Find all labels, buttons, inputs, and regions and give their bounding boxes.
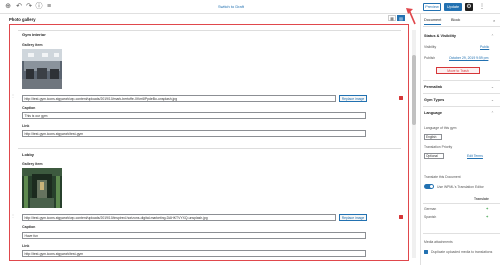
move-to-trash-button[interactable]: Move to Trash bbox=[436, 67, 480, 74]
chevron-down-icon[interactable]: ⌄ bbox=[491, 85, 494, 89]
more-vertical-icon[interactable]: ⋮ bbox=[478, 3, 486, 11]
close-icon[interactable]: × bbox=[493, 18, 495, 23]
divider bbox=[423, 26, 500, 27]
chevron-up-icon[interactable]: ⌃ bbox=[491, 34, 494, 38]
image-url-field[interactable]: http://test-gym.icons.stgywork/wp-conten… bbox=[22, 214, 336, 221]
media-attachments-label: Media attachments bbox=[424, 240, 453, 244]
link-field[interactable]: http://test-gym.icons.stgywork/test-gym bbox=[22, 130, 366, 137]
publish-date-link[interactable]: October 29, 2019 9:59 pm bbox=[449, 56, 488, 60]
language-of-post-label: Language of this gym bbox=[424, 126, 457, 130]
language-row-german: German bbox=[424, 207, 437, 211]
switch-to-draft-link[interactable]: Switch to Draft bbox=[218, 4, 244, 9]
trash-icon[interactable] bbox=[399, 96, 403, 100]
drag-handle-icon[interactable]: ⋮ bbox=[11, 93, 15, 98]
card-section-title: Lobby bbox=[22, 152, 34, 157]
priority-select[interactable]: Optional bbox=[424, 153, 444, 159]
plus-icon[interactable]: + bbox=[486, 214, 488, 219]
link-field[interactable]: http://test-gym.icons.stgywork/test-gym bbox=[22, 250, 366, 257]
plus-circle-icon[interactable]: ⊕ bbox=[4, 3, 12, 11]
status-visibility-heading[interactable]: Status & Visibility bbox=[424, 34, 456, 38]
translation-priority-label: Translation Priority bbox=[424, 145, 453, 149]
grid-view-toggle[interactable]: ▦ bbox=[388, 15, 396, 21]
redo-icon[interactable]: ↷ bbox=[25, 3, 33, 11]
top-toolbar: ⊕ ↶ ↷ ⓘ ≡ Switch to Draft Preview Update… bbox=[0, 0, 500, 14]
divider bbox=[423, 203, 500, 204]
editor-window: ⊕ ↶ ↷ ⓘ ≡ Switch to Draft Preview Update… bbox=[0, 0, 500, 265]
card-section-title: Gym interior bbox=[22, 32, 46, 37]
duplicate-media-label: Duplicate uploaded media to translations bbox=[431, 250, 493, 254]
caption-field[interactable]: This is our gym bbox=[22, 112, 366, 119]
drag-handle-icon[interactable]: ⋮ bbox=[11, 213, 15, 218]
publish-label: Publish bbox=[424, 56, 436, 60]
caption-label: Caption bbox=[22, 106, 36, 110]
chevron-down-icon[interactable]: ⌄ bbox=[491, 98, 494, 102]
gallery-thumbnail[interactable] bbox=[22, 168, 62, 208]
divider bbox=[423, 93, 500, 94]
caption-label: Caption bbox=[22, 225, 36, 229]
wpml-editor-toggle[interactable] bbox=[424, 184, 434, 189]
divider bbox=[423, 106, 500, 107]
gym-types-heading[interactable]: Gym Types bbox=[424, 98, 444, 102]
visibility-link[interactable]: Public bbox=[480, 45, 489, 49]
translate-doc-label: Translate this Document bbox=[424, 175, 461, 179]
info-icon[interactable]: ⓘ bbox=[35, 3, 43, 11]
annotation-arrow bbox=[406, 8, 416, 25]
link-label: Link bbox=[22, 244, 30, 248]
chevron-up-icon[interactable]: ⌃ bbox=[491, 111, 494, 115]
tab-block[interactable]: Block bbox=[451, 18, 460, 22]
trash-icon[interactable] bbox=[399, 215, 403, 219]
image-url-field[interactable]: http://test-gym.icons.stgywork/wp-conten… bbox=[22, 95, 336, 102]
preview-button[interactable]: Preview bbox=[423, 3, 441, 11]
update-button[interactable]: Update bbox=[444, 3, 462, 11]
wpml-editor-label: Use WPML's Translation Editor bbox=[437, 185, 484, 189]
gallery-card: Lobby Gallery item ⋮ http://test-gym.ico… bbox=[11, 148, 403, 258]
divider bbox=[423, 80, 500, 81]
list-view-toggle[interactable]: ▤ bbox=[397, 15, 405, 21]
language-heading[interactable]: Language bbox=[424, 111, 442, 115]
language-row-spanish: Spanish bbox=[424, 215, 437, 219]
edit-terms-link[interactable]: Edit Terms bbox=[467, 154, 483, 158]
replace-image-button[interactable]: Replace image bbox=[339, 214, 367, 221]
gear-icon[interactable]: ⚙ bbox=[465, 3, 473, 11]
visibility-label: Visibility bbox=[424, 45, 437, 49]
translate-column-header: Translate bbox=[474, 197, 489, 201]
link-label: Link bbox=[22, 124, 30, 128]
plus-icon[interactable]: + bbox=[486, 206, 488, 211]
permalink-heading[interactable]: Permalink bbox=[424, 85, 442, 89]
scrollbar-thumb[interactable] bbox=[412, 55, 416, 125]
divider bbox=[423, 233, 500, 234]
caption-field[interactable]: Have fun bbox=[22, 232, 366, 239]
tab-document[interactable]: Document bbox=[424, 18, 442, 25]
gallery-thumbnail[interactable] bbox=[22, 49, 62, 89]
gallery-card: Gym interior Gallery item ⋮ http://test-… bbox=[11, 30, 403, 140]
gallery-item-label: Gallery item bbox=[22, 43, 43, 47]
language-select[interactable]: English bbox=[424, 134, 442, 140]
gallery-item-label: Gallery item bbox=[22, 162, 43, 166]
block-title: Photo gallery bbox=[9, 17, 36, 22]
undo-icon[interactable]: ↶ bbox=[15, 3, 23, 11]
duplicate-media-checkbox[interactable] bbox=[424, 250, 428, 254]
replace-image-button[interactable]: Replace image bbox=[339, 95, 367, 102]
list-view-icon[interactable]: ≡ bbox=[45, 3, 53, 11]
